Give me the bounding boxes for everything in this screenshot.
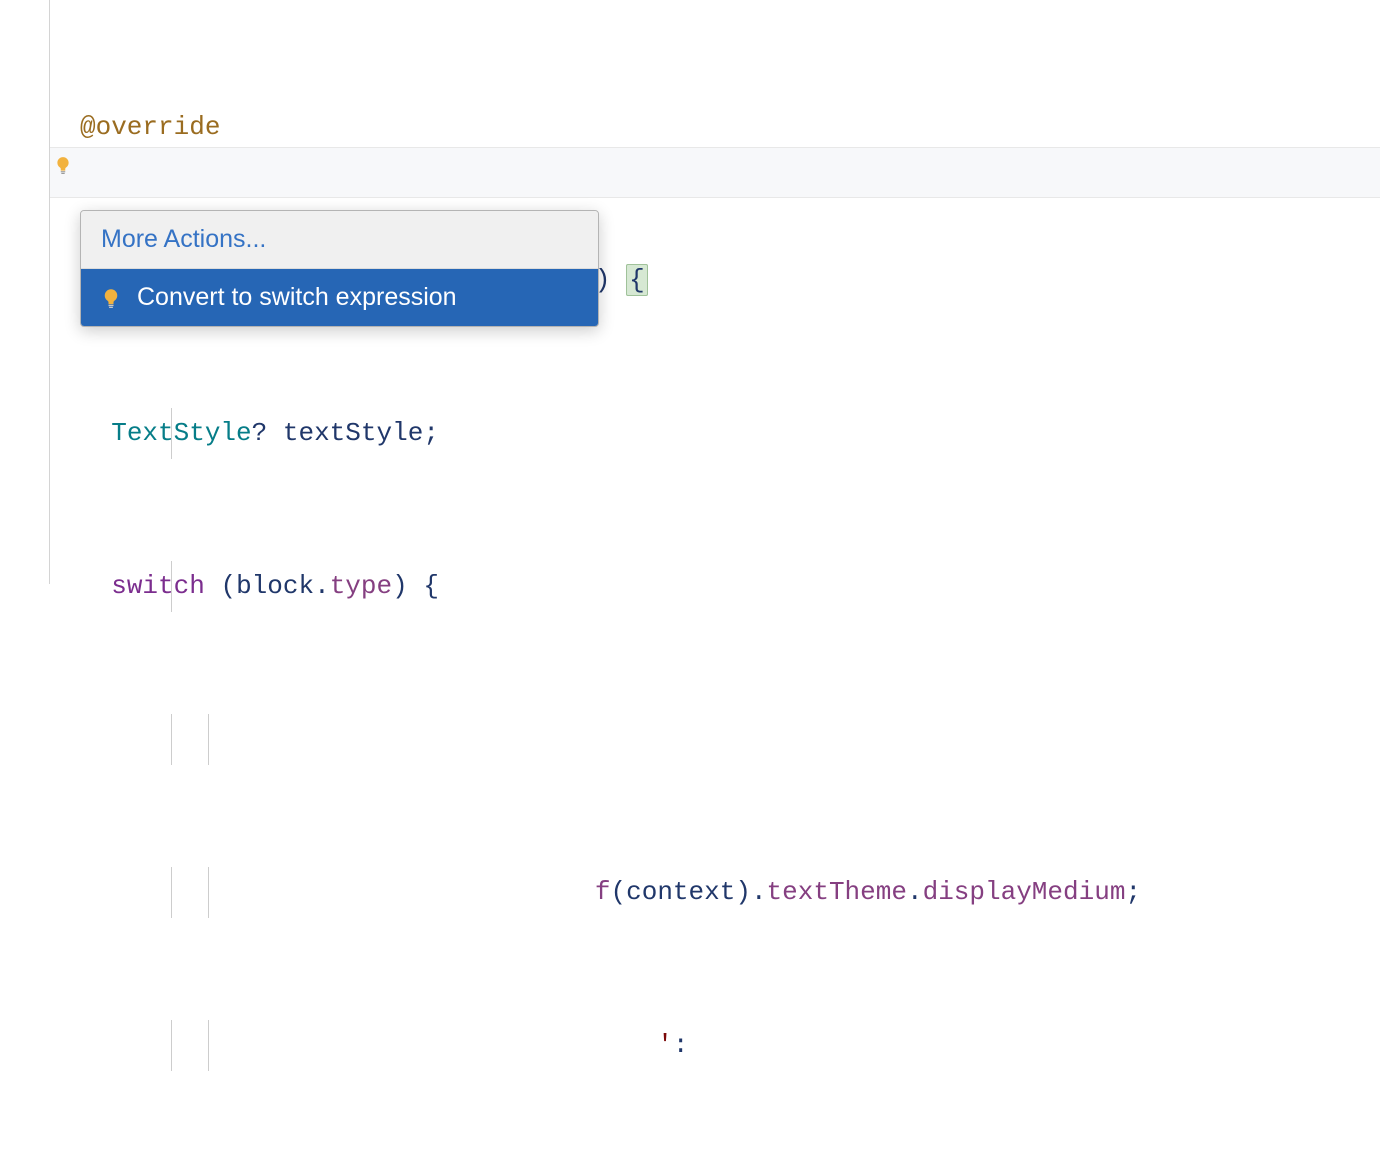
popup-more-actions[interactable]: More Actions... [81, 211, 598, 269]
code-line: @override [80, 102, 1380, 153]
keyword-switch: switch [111, 571, 205, 601]
intention-actions-popup: More Actions... Convert to switch expres… [80, 210, 599, 327]
lightbulb-icon [101, 287, 121, 309]
popup-item-convert-switch[interactable]: Convert to switch expression [81, 269, 598, 326]
code-editor[interactable]: @override Widget build(BuildContext cont… [0, 0, 1380, 1168]
code-line: ': [80, 1020, 1380, 1071]
code-line: switch (block.type) { [80, 561, 1380, 612]
code-line: f(context).textTheme.displayMedium; [80, 867, 1380, 918]
annotation: @override [80, 112, 220, 142]
code-line [80, 714, 1380, 765]
matching-brace: { [626, 264, 648, 296]
popup-item-label: Convert to switch expression [137, 283, 457, 312]
code-line: TextStyle? textStyle; [80, 408, 1380, 459]
